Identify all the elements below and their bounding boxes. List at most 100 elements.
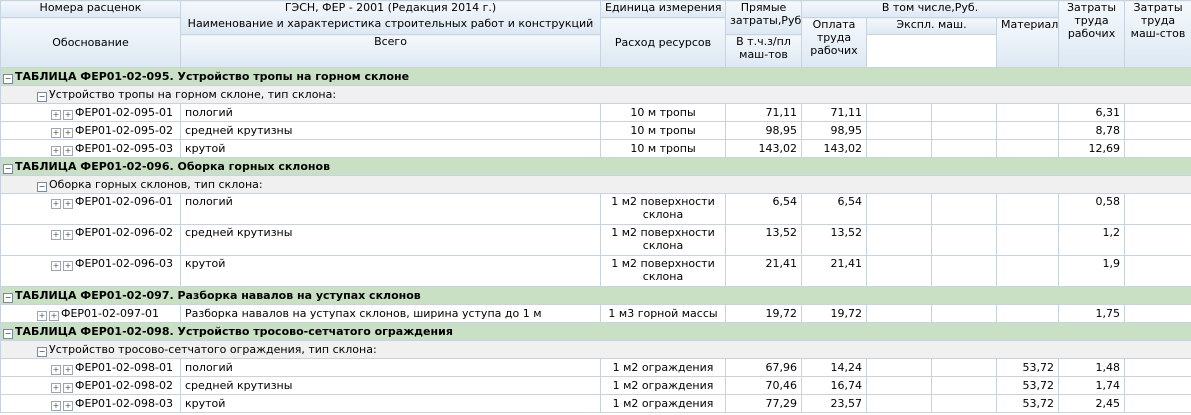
rate-code: ФЕР01-02-096-03 — [75, 257, 173, 270]
expand-icon[interactable]: + — [63, 382, 73, 393]
grid-header: Номера расценок ГЭСН, ФЕР - 2001 (Редакц… — [0, 0, 1191, 68]
table-row[interactable]: + + ФЕР01-02-096-02 средней крутизны 1 м2 … — [0, 224, 1191, 256]
table-row[interactable]: + + ФЕР01-02-098-01 пологий 1 м2 ограждени… — [0, 358, 1191, 377]
expand-icon[interactable]: + — [51, 109, 61, 120]
table-row[interactable]: + + ФЕР01-02-098-03 крутой 1 м2 ограждения… — [0, 394, 1191, 413]
expand-icon[interactable]: + — [63, 127, 73, 138]
col-materials-header[interactable]: Материалы — [995, 17, 1060, 68]
expand-icon[interactable]: + — [63, 199, 73, 209]
table-row[interactable]: + + ФЕР01-02-097-01 Разборка навалов на ус… — [0, 304, 1191, 323]
rate-name: средней крутизны — [180, 121, 601, 140]
expand-icon[interactable]: + — [51, 199, 61, 209]
rates-grid: Номера расценок ГЭСН, ФЕР - 2001 (Редакц… — [0, 0, 1191, 413]
rate-code: ФЕР01-02-096-02 — [75, 226, 173, 239]
expand-icon[interactable]: + — [63, 145, 73, 156]
rate-wages: 21,41 — [801, 255, 867, 287]
rate-labor: 2,45 — [1058, 394, 1126, 413]
collapse-icon[interactable]: − — [37, 346, 47, 357]
rate-materials — [995, 121, 1060, 140]
expand-icon[interactable]: + — [51, 127, 61, 138]
rate-labor-mach — [1124, 103, 1191, 122]
expand-icon[interactable]: + — [51, 382, 61, 393]
col-labor-mach-header[interactable]: Затраты труда маш-стов — [1124, 0, 1191, 68]
rate-wages: 98,95 — [801, 121, 867, 140]
rate-unit: 1 м2 поверхности склона — [600, 255, 726, 287]
rate-materials — [995, 139, 1060, 158]
table-row[interactable]: + + ФЕР01-02-095-03 крутой 10 м тропы 143,… — [0, 139, 1191, 158]
rate-materials — [995, 224, 1060, 256]
rate-labor-mach — [1124, 193, 1191, 225]
table-row[interactable]: + + ФЕР01-02-096-03 крутой 1 м2 поверхност… — [0, 255, 1191, 287]
rate-mach-total — [866, 255, 932, 287]
rate-mach-wages — [931, 139, 997, 158]
table-row[interactable]: + + ФЕР01-02-098-02 средней крутизны 1 м2 … — [0, 376, 1191, 395]
table-row[interactable]: + + ФЕР01-02-095-01 пологий 10 м тропы 71,… — [0, 103, 1191, 122]
rate-labor-mach — [1124, 121, 1191, 140]
rate-unit: 1 м2 ограждения — [600, 376, 726, 395]
collapse-icon[interactable]: − — [37, 91, 47, 102]
expand-icon[interactable]: + — [51, 261, 61, 271]
rate-code: ФЕР01-02-096-01 — [75, 195, 173, 208]
expand-icon[interactable]: + — [63, 364, 73, 375]
rate-labor: 1,9 — [1058, 255, 1126, 287]
collapse-icon[interactable]: − — [37, 181, 47, 192]
rate-wages: 16,74 — [801, 376, 867, 395]
col-code-header[interactable]: Номера расценок — [0, 0, 181, 18]
expand-icon[interactable]: + — [51, 230, 61, 240]
expand-icon[interactable]: + — [51, 145, 61, 156]
rate-labor: 6,31 — [1058, 103, 1126, 122]
collapse-icon[interactable]: − — [3, 163, 13, 174]
section-row[interactable]: − ТАБЛИЦА ФЕР01-02-097. Разборка навалов … — [0, 286, 1191, 305]
rate-direct: 19,72 — [725, 304, 802, 323]
expand-icon[interactable]: + — [63, 230, 73, 240]
col-code-sub-header[interactable]: Обоснование — [0, 17, 181, 68]
group-row[interactable]: − Устройство тропы на горном склоне, тип … — [0, 85, 1191, 104]
rate-mach-total — [866, 139, 932, 158]
col-name-header[interactable]: ГЭСН, ФЕР - 2001 (Редакция 2014 г.) Наиме… — [180, 0, 601, 35]
section-row[interactable]: − ТАБЛИЦА ФЕР01-02-098. Устройство тросов… — [0, 322, 1191, 341]
rate-mach-total — [866, 394, 932, 413]
rate-direct: 143,02 — [725, 139, 802, 158]
group-row[interactable]: − Оборка горных склонов, тип склона: — [0, 175, 1191, 194]
rate-labor: 8,78 — [1058, 121, 1126, 140]
expand-icon[interactable]: + — [63, 261, 73, 271]
section-row[interactable]: − ТАБЛИЦА ФЕР01-02-096. Оборка горных скл… — [0, 157, 1191, 176]
section-row[interactable]: − ТАБЛИЦА ФЕР01-02-095. Устройство тропы … — [0, 67, 1191, 86]
expand-icon[interactable]: + — [51, 364, 61, 375]
table-row[interactable]: + + ФЕР01-02-095-02 средней крутизны 10 м … — [0, 121, 1191, 140]
rate-direct: 70,46 — [725, 376, 802, 395]
table-row[interactable]: + + ФЕР01-02-096-01 пологий 1 м2 поверхнос… — [0, 193, 1191, 225]
expand-icon[interactable]: + — [37, 310, 47, 321]
col-incl-header: В том числе,Руб. — [800, 0, 1060, 18]
col-mach-wages-header[interactable]: В т.ч.з/пл маш-тов — [725, 34, 802, 68]
expand-icon[interactable]: + — [63, 400, 73, 411]
rate-labor-mach — [1124, 376, 1191, 395]
col-wages-header[interactable]: Оплата труда рабочих — [801, 17, 867, 68]
collapse-icon[interactable]: − — [3, 328, 13, 339]
expand-icon[interactable]: + — [49, 310, 59, 321]
rate-mach-wages — [931, 255, 997, 287]
collapse-icon[interactable]: − — [3, 73, 13, 84]
group-title: Устройство тропы на горном склоне, тип с… — [49, 87, 337, 101]
collapse-icon[interactable]: − — [3, 292, 13, 303]
rate-mach-total — [866, 103, 932, 122]
col-direct-header[interactable]: Прямые затраты,Руб. — [725, 0, 802, 35]
expand-icon[interactable]: + — [63, 109, 73, 120]
rate-unit: 10 м тропы — [600, 103, 726, 122]
col-mach-total-header[interactable]: Всего — [180, 34, 601, 68]
section-title: ТАБЛИЦА ФЕР01-02-096. Оборка горных скло… — [15, 159, 331, 173]
rate-labor: 1,74 — [1058, 376, 1126, 395]
rate-direct: 98,95 — [725, 121, 802, 140]
rate-direct: 6,54 — [725, 193, 802, 225]
rate-unit: 1 м2 ограждения — [600, 358, 726, 377]
rate-labor: 12,69 — [1058, 139, 1126, 158]
rate-materials: 53,72 — [995, 394, 1060, 413]
group-row[interactable]: − Устройство тросово-сетчатого ограждения… — [0, 340, 1191, 359]
section-title: ТАБЛИЦА ФЕР01-02-095. Устройство тропы н… — [15, 69, 410, 83]
expand-icon[interactable]: + — [51, 400, 61, 411]
col-unit-sub-header[interactable]: Расход ресурсов — [600, 17, 726, 68]
rate-labor-mach — [1124, 394, 1191, 413]
rate-name: пологий — [180, 358, 601, 377]
col-labor-header[interactable]: Затраты труда рабочих — [1058, 0, 1126, 68]
col-unit-header[interactable]: Единица измерения — [600, 0, 726, 18]
